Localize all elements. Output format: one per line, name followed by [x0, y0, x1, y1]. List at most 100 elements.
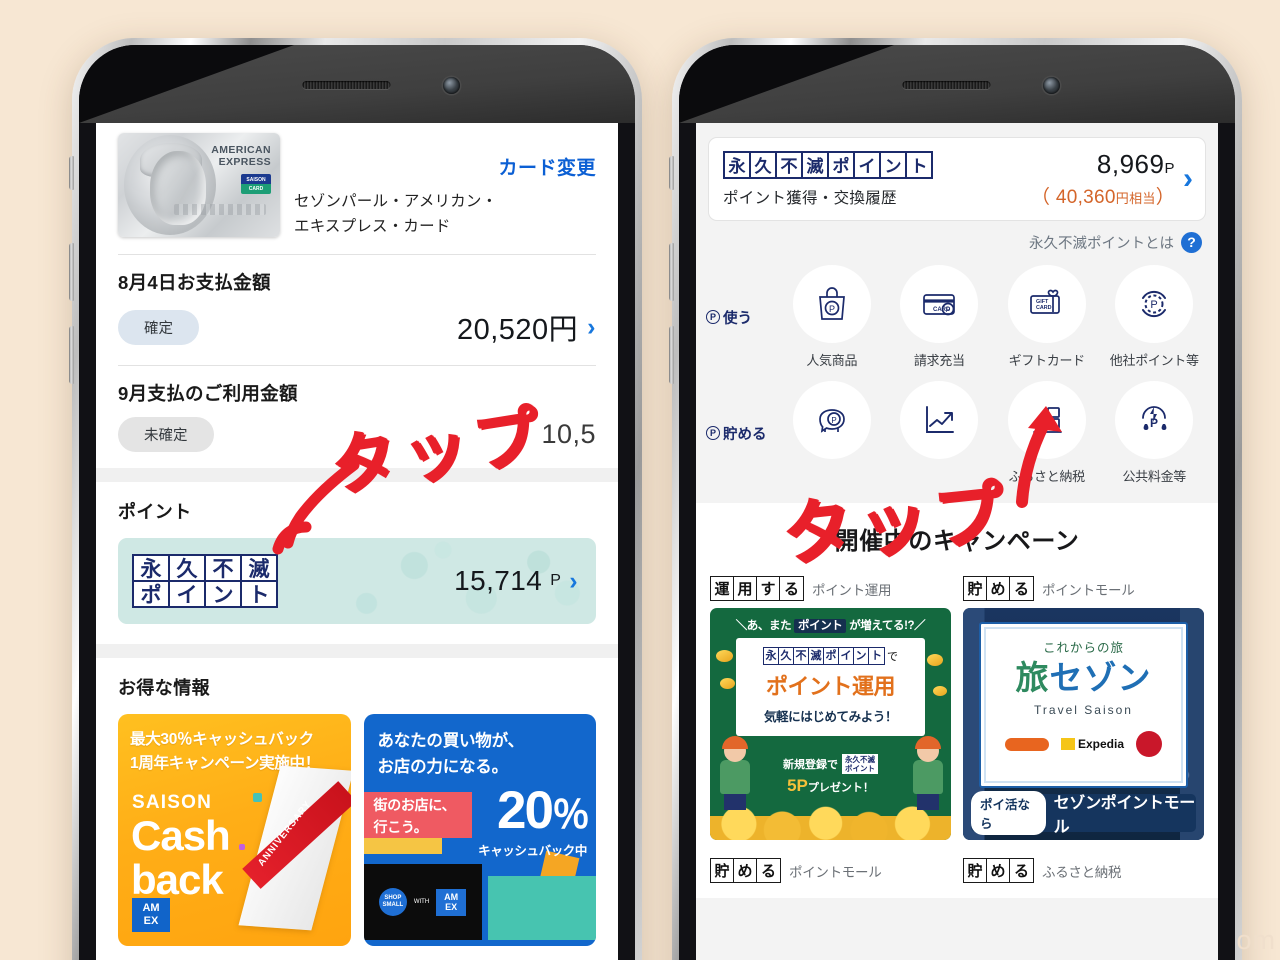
point-badge-icon: P: [706, 426, 720, 440]
campaign-banner-travel-saison[interactable]: これからの旅 旅セゾン Travel Saison Expedia ポイ活なら …: [963, 608, 1204, 840]
action-label: 請求充当: [913, 353, 965, 368]
svg-text:P: P: [831, 416, 836, 425]
coin-icon: [933, 686, 947, 696]
payment-pending-block[interactable]: 9月支払のご利用金額 未確定 10,5: [118, 366, 596, 452]
action-popular-items[interactable]: P 人気商品: [780, 265, 884, 369]
logo-char: イ: [854, 151, 880, 178]
phone-power-button[interactable]: [69, 326, 74, 384]
promo-yellow-bar: [363, 838, 442, 854]
banner-headline: ポイント運用: [765, 674, 896, 699]
action-utility-bills[interactable]: P 公共料金等: [1102, 381, 1206, 485]
jal-logo: [1136, 731, 1163, 757]
earpiece-speaker-icon: [902, 81, 991, 89]
banner-top-pre: ＼あ、また: [735, 620, 792, 632]
banner-top-post: が増えてる!?／: [849, 620, 926, 632]
campaign-tag-box: 貯 め る: [710, 858, 781, 883]
action-point-mall[interactable]: P: [780, 381, 884, 485]
action-gift-card[interactable]: GIFT CARD ギフトカード: [995, 265, 1099, 369]
tag-char: る: [1013, 581, 1029, 598]
logo-char: ト: [871, 650, 882, 662]
earpiece-speaker-icon: [302, 81, 391, 89]
logo-char: イ: [839, 648, 854, 664]
logo-char: 永: [133, 555, 169, 581]
save-row-text: 貯める: [723, 426, 767, 443]
action-point-investment[interactable]: [887, 381, 991, 485]
phone-volume-up-button[interactable]: [669, 156, 674, 190]
tag-char: 運: [711, 577, 734, 600]
point-help-label: 永久不滅ポイントとは: [1029, 236, 1174, 252]
change-card-link[interactable]: カード変更: [498, 153, 596, 180]
chevron-right-icon[interactable]: ›: [1183, 164, 1193, 194]
card-name-line2: エキスプレス・カード: [294, 218, 451, 235]
card-name-block: セゾンパール・アメリカン・ エキスプレス・カード: [294, 133, 497, 239]
shopping-bag-point-icon: P: [792, 265, 871, 343]
payment-pending-amount: 10,5: [541, 419, 596, 449]
campaign-tag-box: 運 用 す る: [710, 576, 804, 601]
campaign-tag-label: ポイントモール: [1042, 582, 1135, 598]
offers-section-heading: お得な情報: [118, 678, 210, 698]
promo-cashback-big-text: Cash back: [131, 814, 231, 903]
point-summary-right: 8,969P （ 40,360円相当） ›: [1031, 149, 1193, 209]
promo-percent-symbol: ％: [551, 795, 590, 837]
tag-char: る: [760, 863, 776, 880]
credit-card-point-icon: CARD P: [900, 265, 979, 343]
campaign-banner-point-unyou[interactable]: ＼あ、また ポイント が増えてる!?／ 永 久 不 滅 ポ イ ン ト で ポイ…: [710, 608, 951, 840]
campaign-card-point-unyou[interactable]: 運 用 す る ポイント運用 ＼あ、また ポイント が増えてる!?／ 永 久 不…: [710, 576, 951, 840]
banner-bottom-row2: 5Pプレゼント！: [710, 776, 951, 796]
chevron-right-icon[interactable]: ›: [569, 568, 578, 594]
phone-volume-up-button[interactable]: [69, 156, 74, 190]
tag-char: め: [987, 577, 1010, 600]
payment-confirmed-block[interactable]: 8月4日お支払金額 確定 20,520円 ›: [118, 255, 596, 348]
phone-power-button[interactable]: [669, 326, 674, 384]
eikyu-fumetsu-point-card[interactable]: 永 久 不 滅 ポ イ ン ト 15,714 P ›: [118, 538, 596, 624]
right-phone-body: 永 久 不 滅 ポ イ ン ト ポイント獲得・交換履歴 8,969P （ 40,…: [679, 45, 1235, 960]
payment-pending-title: 9月支払のご利用金額: [118, 383, 298, 404]
promo-card-cashback[interactable]: 最大30％キャッシュバック 1周年キャンペーン実施中！ ANNIVERSARY …: [118, 714, 351, 946]
chevron-right-icon[interactable]: ›: [587, 314, 596, 340]
card-emboss-text: [174, 204, 266, 215]
banner-bottom-suffix: プレゼント！: [807, 782, 874, 794]
campaign-next-row: 貯 め る ポイントモール 貯 め る ふるさと納税: [710, 858, 1204, 890]
logo-char: 滅: [241, 555, 277, 581]
offers-grid: 最大30％キャッシュバック 1周年キャンペーン実施中！ ANNIVERSARY …: [118, 714, 596, 946]
point-help-link[interactable]: 永久不滅ポイントとは ?: [712, 232, 1202, 253]
logo-char: 滅: [802, 151, 828, 178]
promo-saison-brand: SAISON: [132, 792, 213, 813]
action-other-points[interactable]: P 他社ポイント等: [1102, 265, 1206, 369]
promo-card-shop-small[interactable]: あなたの買い物が、 お店の力になる。 街のお店に、 行こう。 20％ キャッシュ…: [363, 714, 596, 946]
campaign-banner-top-text: ＼あ、また ポイント が増えてる!?／: [710, 617, 951, 633]
logo-char: 久: [169, 555, 205, 581]
action-bill-payment[interactable]: CARD P 請求充当: [887, 265, 991, 369]
promo-cashback-big-line2: back: [131, 856, 224, 903]
point-values: 8,969P （ 40,360円相当）: [1031, 149, 1175, 209]
logo-char: ン: [880, 151, 906, 178]
svg-text:CARD: CARD: [1036, 305, 1052, 311]
logo-char: 久: [750, 151, 776, 178]
campaign-tag-label: ふるさと納税: [1042, 864, 1122, 880]
campaign-card-travel-saison[interactable]: 貯 め る ポイントモール これからの旅 旅セゾン Travel Saison …: [963, 576, 1204, 840]
phone-volume-down-button[interactable]: [669, 243, 674, 301]
left-phone-device: カード変更 AMERICAN EXPRESS SAISON CARD セゾンパー…: [69, 38, 642, 960]
svg-text:P: P: [1150, 416, 1158, 430]
point-balance-group: 15,714 P ›: [454, 565, 578, 597]
furusato-building-icon: [1007, 381, 1086, 459]
right-phone-screen: 永 久 不 滅 ポ イ ン ト ポイント獲得・交換履歴 8,969P （ 40,…: [696, 123, 1218, 960]
tag-char: る: [1013, 863, 1029, 880]
amex-brand-logo: AMERICAN EXPRESS: [211, 144, 271, 168]
logo-char: 不: [794, 648, 809, 664]
question-mark-icon[interactable]: ?: [1181, 232, 1202, 253]
person-hair: [915, 736, 941, 749]
section-gap: [96, 468, 618, 482]
left-phone-body: カード変更 AMERICAN EXPRESS SAISON CARD セゾンパー…: [79, 45, 635, 960]
amex-card-image: AMERICAN EXPRESS SAISON CARD: [118, 133, 280, 237]
front-camera-icon: [443, 77, 460, 94]
phone-volume-down-button[interactable]: [69, 243, 74, 301]
campaign-heading: 開催中のキャンペーン: [834, 528, 1080, 555]
action-furusato-tax[interactable]: ふるさと納税: [995, 381, 1099, 485]
point-summary-card[interactable]: 永 久 不 滅 ポ イ ン ト ポイント獲得・交換履歴 8,969P （ 40,…: [708, 137, 1206, 221]
use-actions-row: P 使う P 人気商品 CARD P 請求充当 GIFT CARD ギフトカード…: [696, 265, 1218, 369]
banner-bottom-amount: 5P: [787, 776, 808, 795]
logo-with-label: WITH: [413, 899, 430, 905]
banner-bottom-text: 新規登録で 永久不滅 ポイント 5Pプレゼント！: [710, 754, 951, 796]
logo-char: ン: [205, 581, 241, 607]
